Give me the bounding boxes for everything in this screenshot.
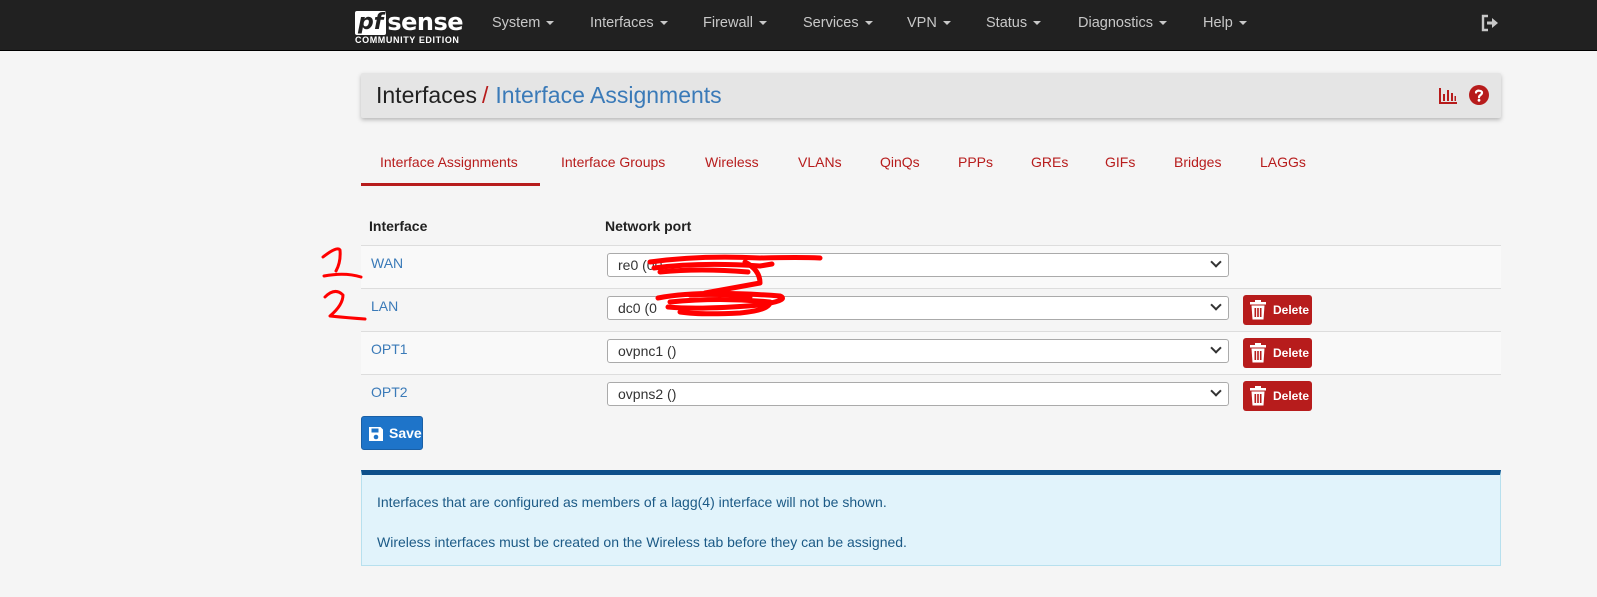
select-value: dc0 (0: [618, 300, 657, 316]
annotation-mark: [321, 247, 342, 273]
tab-label: Interface Assignments: [380, 154, 518, 170]
logo-pf: pf: [355, 11, 387, 35]
nav-vpn-menu[interactable]: VPN: [907, 0, 951, 46]
tab-label: PPPs: [958, 154, 994, 170]
interface-link-opt1[interactable]: OPT1: [371, 341, 408, 357]
breadcrumb: Interfaces / Interface Assignments: [376, 81, 722, 109]
delete-button-lan[interactable]: Delete: [1243, 295, 1312, 325]
tab-label: Wireless: [705, 154, 759, 170]
nav-help-label: Help: [1203, 15, 1233, 31]
logo-wordmark: pf sense: [355, 5, 464, 36]
table-row: LAN dc0 (0 Delete: [361, 288, 1501, 331]
annotation-mark: [322, 272, 363, 279]
breadcrumb-separator: /: [482, 82, 489, 108]
annotation-mark: [323, 290, 367, 321]
network-port-select-opt1[interactable]: ovpnc1 (): [607, 339, 1229, 363]
caret-down-icon: [1238, 21, 1247, 26]
delete-label: Delete: [1273, 303, 1310, 317]
nav-vpn-label: VPN: [907, 15, 937, 31]
tab-ppps[interactable]: PPPs: [958, 152, 993, 186]
tab-label: QinQs: [880, 154, 920, 170]
breadcrumb-panel: Interfaces / Interface Assignments: [361, 73, 1501, 118]
nav-firewall-menu[interactable]: Firewall: [703, 0, 767, 46]
tab-label: VLANs: [798, 154, 842, 170]
tab-label: LAGGs: [1260, 154, 1306, 170]
nav-status-menu[interactable]: Status: [986, 0, 1042, 46]
column-header-interface: Interface: [369, 218, 428, 234]
interface-link-lan[interactable]: LAN: [371, 298, 398, 314]
network-port-select-opt2[interactable]: ovpns2 (): [607, 382, 1229, 406]
column-header-network-port: Network port: [605, 218, 692, 234]
nav-system-menu[interactable]: System: [492, 0, 555, 46]
tab-wireless[interactable]: Wireless: [705, 152, 759, 186]
select-value: ovpnc1 (): [618, 343, 677, 359]
top-navbar: pf sense COMMUNITY EDITION System Interfa…: [0, 0, 1597, 51]
nav-services-menu[interactable]: Services: [803, 0, 873, 46]
breadcrumb-root[interactable]: Interfaces: [376, 82, 477, 108]
chevron-down-icon: [1210, 256, 1222, 268]
table-row: OPT1 ovpnc1 () Delete: [361, 331, 1501, 374]
save-button[interactable]: Save: [361, 416, 423, 450]
network-port-select-lan[interactable]: dc0 (0: [607, 296, 1229, 320]
delete-button-opt1[interactable]: Delete: [1243, 338, 1312, 368]
chart-icon[interactable]: [1439, 87, 1458, 104]
tab-interface-assignments[interactable]: Interface Assignments: [361, 152, 540, 186]
nav-services-label: Services: [803, 15, 859, 31]
tab-interface-groups[interactable]: Interface Groups: [561, 152, 665, 186]
caret-down-icon: [546, 21, 555, 26]
info-text-wireless: Wireless interfaces must be created on t…: [377, 534, 907, 550]
info-panel: Interfaces that are configured as member…: [361, 470, 1501, 566]
nav-diagnostics-menu[interactable]: Diagnostics: [1078, 0, 1167, 46]
caret-down-icon: [1158, 21, 1167, 26]
breadcrumb-current[interactable]: Interface Assignments: [495, 82, 721, 108]
tab-label: Bridges: [1174, 154, 1222, 170]
table-row: OPT2 ovpns2 () Delete: [361, 374, 1501, 417]
trash-icon: [1250, 343, 1266, 363]
trash-icon: [1250, 386, 1266, 406]
tab-bridges[interactable]: Bridges: [1174, 152, 1221, 186]
nav-diagnostics-label: Diagnostics: [1078, 15, 1153, 31]
logout-icon[interactable]: [1481, 14, 1499, 32]
logo-sense: sense: [387, 8, 464, 36]
delete-button-opt2[interactable]: Delete: [1243, 381, 1312, 411]
tab-label: Interface Groups: [561, 154, 666, 170]
caret-down-icon: [659, 21, 668, 26]
nav-interfaces-menu[interactable]: Interfaces: [590, 0, 668, 46]
caret-down-icon: [942, 21, 951, 26]
tab-vlans[interactable]: VLANs: [798, 152, 842, 186]
help-icon[interactable]: [1469, 85, 1489, 105]
tab-label: GIFs: [1105, 154, 1136, 170]
table-row: WAN re0 (00: [361, 245, 1501, 288]
nav-interfaces-label: Interfaces: [590, 15, 654, 31]
save-label: Save: [389, 425, 422, 441]
nav-status-label: Status: [986, 15, 1028, 31]
pfsense-logo[interactable]: pf sense COMMUNITY EDITION: [355, 5, 465, 47]
delete-label: Delete: [1273, 389, 1310, 403]
tab-laggs[interactable]: LAGGs: [1260, 152, 1306, 186]
select-value: ovpns2 (): [618, 386, 677, 402]
network-port-select-wan[interactable]: re0 (00: [607, 253, 1229, 277]
nav-firewall-label: Firewall: [703, 15, 753, 31]
logo-edition: COMMUNITY EDITION: [355, 35, 460, 45]
interface-link-opt2[interactable]: OPT2: [371, 384, 408, 400]
nav-system-label: System: [492, 15, 541, 31]
caret-down-icon: [864, 21, 873, 26]
tab-gifs[interactable]: GIFs: [1105, 152, 1135, 186]
tab-qinqs[interactable]: QinQs: [880, 152, 920, 186]
caret-down-icon: [1033, 21, 1042, 26]
trash-icon: [1250, 300, 1266, 320]
info-text-lagg: Interfaces that are configured as member…: [377, 494, 887, 510]
chevron-down-icon: [1210, 299, 1222, 311]
tab-gres[interactable]: GREs: [1031, 152, 1068, 186]
nav-help-menu[interactable]: Help: [1203, 0, 1247, 46]
chevron-down-icon: [1210, 342, 1222, 354]
floppy-disk-icon: [369, 427, 383, 441]
delete-label: Delete: [1273, 346, 1310, 360]
caret-down-icon: [758, 21, 767, 26]
interface-link-wan[interactable]: WAN: [371, 255, 403, 271]
tab-label: GREs: [1031, 154, 1069, 170]
select-value: re0 (00: [618, 257, 663, 273]
chevron-down-icon: [1210, 385, 1222, 397]
